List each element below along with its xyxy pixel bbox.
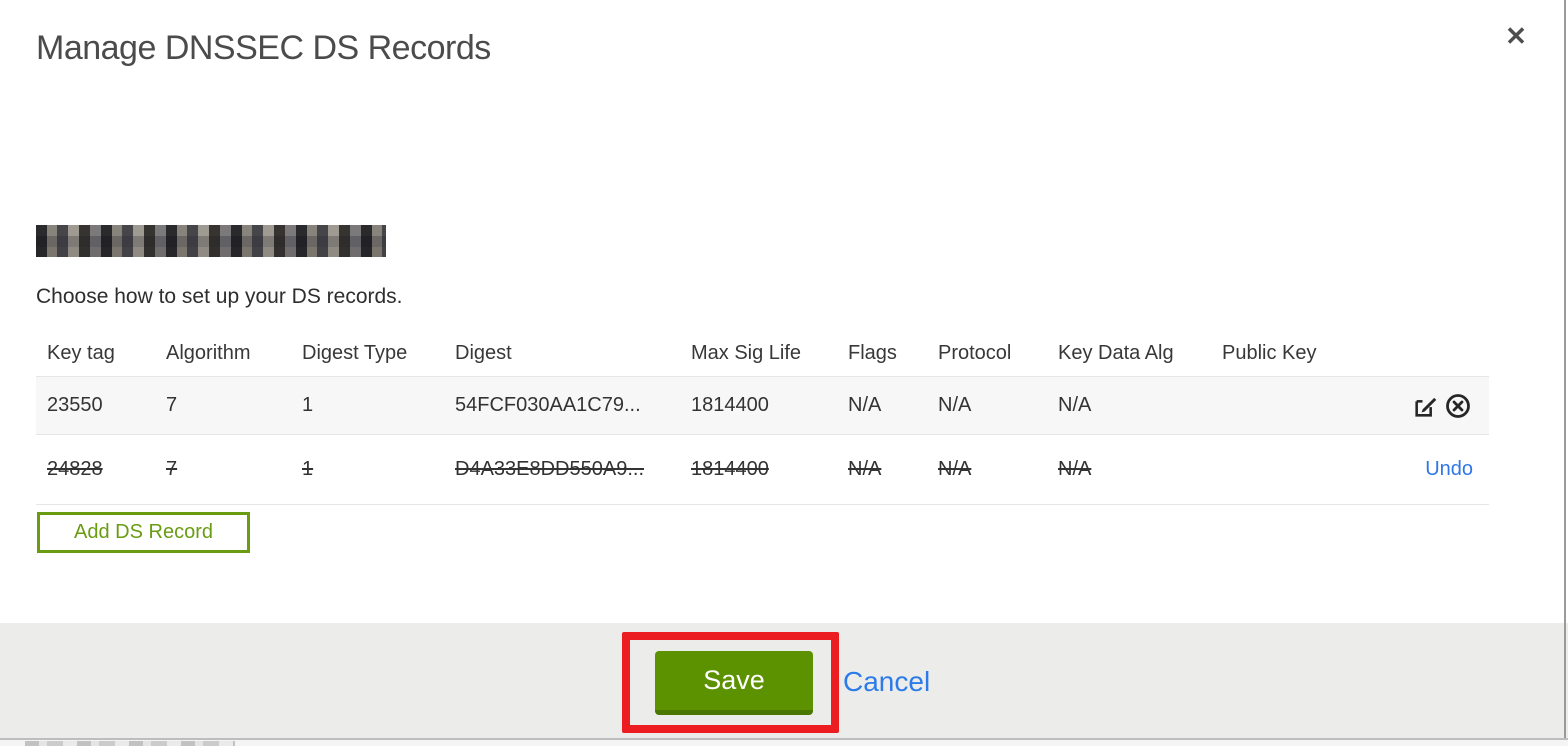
cell-max-sig-life: 1814400 (691, 394, 769, 416)
row-actions: Undo (1371, 458, 1489, 481)
col-header-digest: Digest (455, 341, 512, 364)
cell-key-tag: 23550 (47, 394, 103, 416)
col-header-max-sig-life: Max Sig Life (691, 341, 802, 364)
page-behind-blurred-content (25, 741, 235, 746)
page-title: Manage DNSSEC DS Records (36, 29, 491, 67)
save-button[interactable]: Save (655, 651, 813, 715)
cell-digest-type: 1 (302, 458, 314, 480)
cell-digest: 54FCF030AA1C79... (455, 394, 641, 416)
cancel-link[interactable]: Cancel (843, 666, 930, 698)
cell-digest: D4A33E8DD550A9... (455, 458, 645, 480)
close-icon[interactable]: ✕ (1498, 18, 1534, 54)
table-row: 23550 7 1 54FCF030AA1C79... 1814400 N/A … (36, 376, 1489, 434)
col-header-algorithm: Algorithm (166, 341, 251, 364)
row-actions (1371, 391, 1489, 421)
ds-records-table: Key tag Algorithm Digest Type Digest Max… (36, 330, 1489, 505)
cell-flags: N/A (848, 458, 882, 480)
cell-key-data-alg: N/A (1058, 394, 1092, 416)
modal-right-border (1564, 0, 1566, 739)
col-header-key-data-alg: Key Data Alg (1058, 341, 1174, 364)
cell-digest-type: 1 (302, 394, 314, 416)
table-header-row: Key tag Algorithm Digest Type Digest Max… (36, 330, 1489, 376)
cell-algorithm: 7 (166, 394, 178, 416)
cell-protocol: N/A (938, 458, 972, 480)
col-header-protocol: Protocol (938, 341, 1012, 364)
cell-flags: N/A (848, 394, 882, 416)
edit-icon[interactable] (1411, 391, 1441, 421)
delete-icon[interactable] (1443, 391, 1473, 421)
subtitle-text: Choose how to set up your DS records. (36, 285, 403, 308)
col-header-digest-type: Digest Type (302, 341, 408, 364)
redacted-domain-name (36, 225, 386, 257)
cell-max-sig-life: 1814400 (691, 458, 769, 480)
col-header-public-key: Public Key (1222, 341, 1317, 364)
col-header-flags: Flags (848, 341, 897, 364)
cell-key-tag: 24828 (47, 458, 103, 480)
table-row-deleted: 24828 7 1 D4A33E8DD550A9... 1814400 N/A … (36, 434, 1489, 505)
page-behind-strip (0, 740, 1568, 746)
cell-protocol: N/A (938, 394, 972, 416)
col-header-key-tag: Key tag (47, 341, 115, 364)
undo-link[interactable]: Undo (1425, 458, 1473, 481)
add-ds-record-button[interactable]: Add DS Record (37, 512, 250, 553)
dnssec-modal: Manage DNSSEC DS Records ✕ Choose how to… (0, 0, 1568, 746)
cell-key-data-alg: N/A (1058, 458, 1092, 480)
cell-algorithm: 7 (166, 458, 178, 480)
